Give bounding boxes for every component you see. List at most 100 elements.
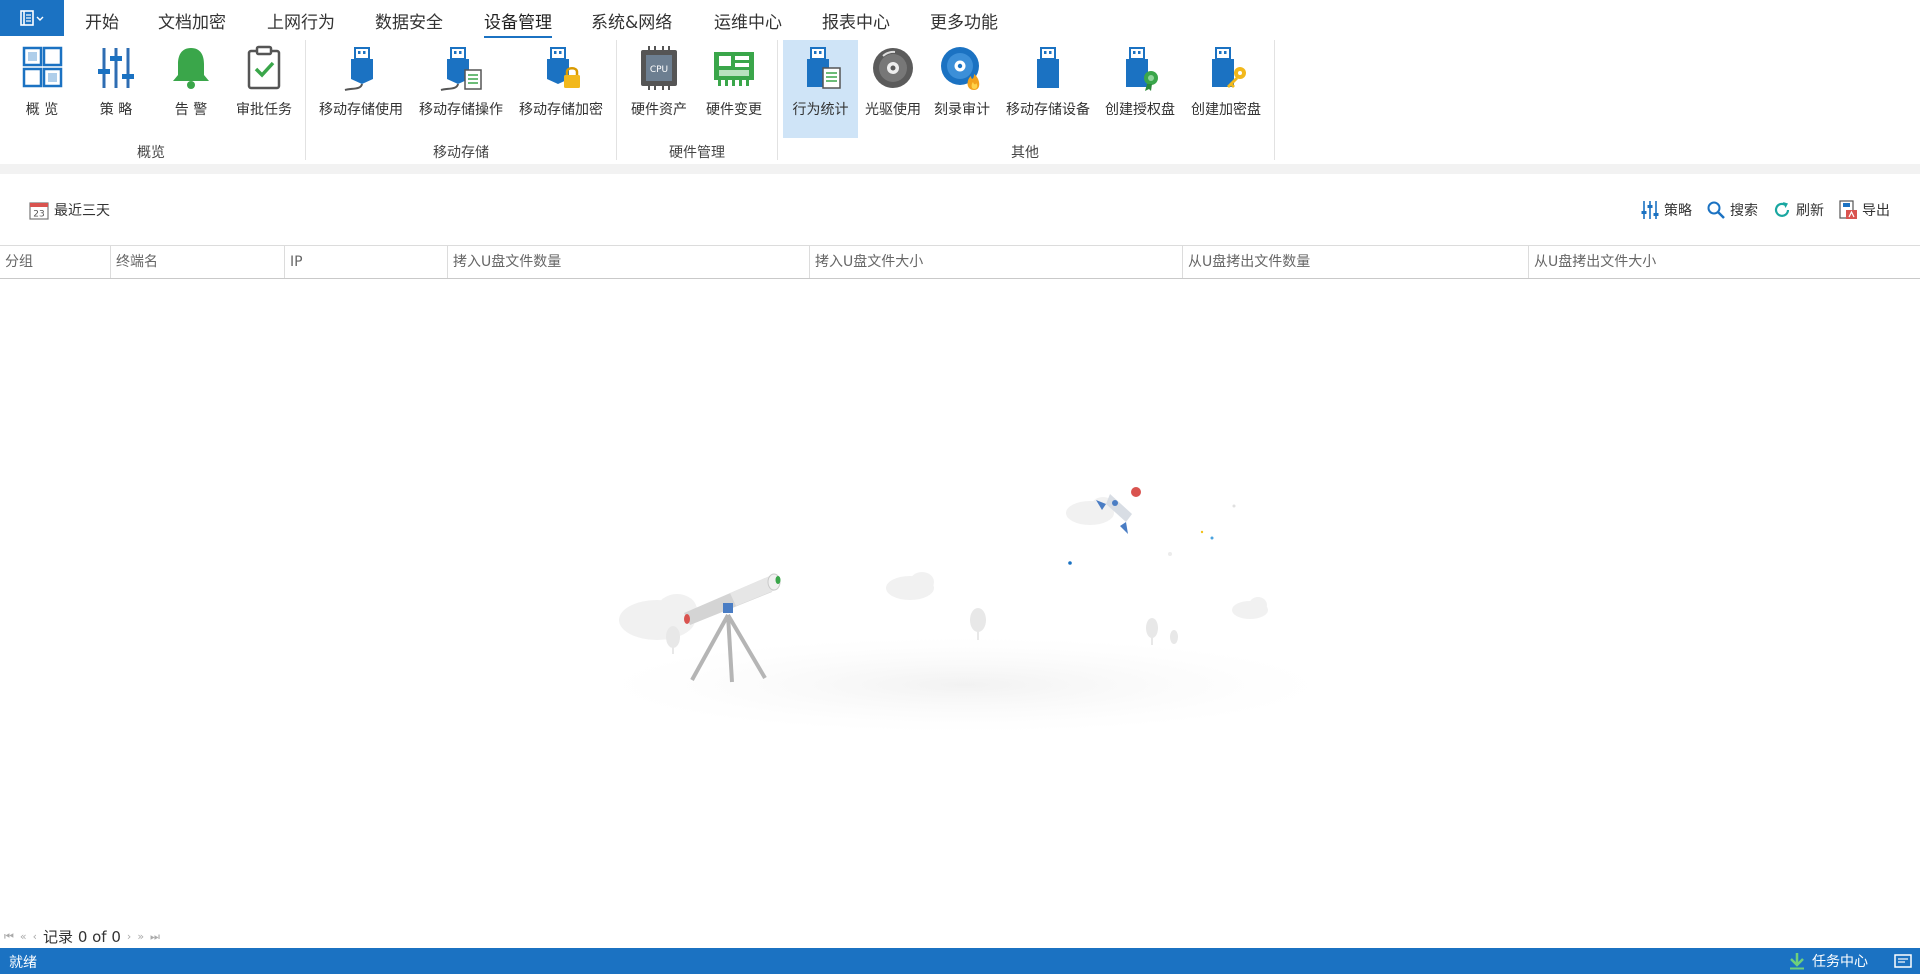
column-header-ip[interactable]: IP [284, 246, 447, 278]
usb-drive-lock-icon [547, 47, 580, 88]
burn-disc-icon [941, 47, 980, 90]
group-separator [777, 40, 778, 160]
usb-drive-icon [1037, 47, 1059, 88]
sliders-icon [98, 48, 134, 88]
removable-storage-device-button[interactable]: 移动存储设备 [1000, 40, 1096, 138]
hardware-assets-label: 硬件资产 [631, 102, 687, 118]
create-authorized-disk-button[interactable]: 创建授权盘 [1100, 40, 1180, 138]
prev-page-button[interactable]: ‹ [33, 930, 37, 943]
menu-device-management[interactable]: 设备管理 [484, 8, 552, 39]
overview-button-label: 概 览 [25, 102, 59, 118]
export-button[interactable]: 导出 [1838, 200, 1890, 220]
search-button[interactable]: 搜索 [1706, 200, 1758, 220]
alert-button-label: 告 警 [174, 102, 208, 118]
policy-button[interactable]: 策 略 [88, 40, 144, 138]
app-menu-button[interactable] [0, 0, 64, 36]
removable-storage-operation-button[interactable]: 移动存储操作 [413, 40, 509, 138]
removable-storage-encrypt-button[interactable]: 移动存储加密 [513, 40, 609, 138]
optical-drive-use-button[interactable]: 光驱使用 [861, 40, 925, 138]
first-page-button[interactable]: ⏮ [4, 930, 14, 944]
ribbon-divider [0, 164, 1920, 174]
removable-storage-device-label: 移动存储设备 [1006, 102, 1090, 118]
column-header-copy-out-count[interactable]: 从U盘拷出文件数量 [1182, 246, 1528, 278]
menu-start[interactable]: 开始 [85, 8, 119, 33]
cpu-chip-text: CPU [650, 65, 668, 75]
last-page-button[interactable]: ⏭ [150, 930, 160, 944]
menu-bar: 开始 文档加密 上网行为 数据安全 设备管理 系统&网络 运维中心 报表中心 更… [0, 0, 1920, 39]
menu-data-security[interactable]: 数据安全 [375, 8, 443, 33]
policy-button-label: 策 略 [99, 102, 133, 118]
column-header-copy-out-size[interactable]: 从U盘拷出文件大小 [1528, 246, 1920, 278]
behavior-statistics-label: 行为统计 [792, 102, 849, 118]
planet-dot [1131, 487, 1141, 497]
group-label-hardware: 硬件管理 [669, 145, 725, 161]
next-page-button[interactable]: › [127, 930, 131, 943]
download-arrow-icon [1790, 953, 1804, 970]
behavior-statistics-button[interactable]: 行为统计 [783, 40, 858, 138]
menu-web-behavior[interactable]: 上网行为 [267, 8, 335, 33]
calendar-day: 23 [33, 210, 44, 220]
column-header-copy-in-size[interactable]: 拷入U盘文件大小 [809, 246, 1182, 278]
refresh-icon [1774, 202, 1790, 217]
next-page-group-button[interactable]: » [137, 930, 144, 943]
removable-storage-use-button[interactable]: 移动存储使用 [313, 40, 409, 138]
column-header-terminal-name[interactable]: 终端名 [110, 246, 284, 278]
usb-drive-cable-icon [344, 47, 373, 91]
menu-doc-encrypt[interactable]: 文档加密 [158, 8, 226, 33]
create-encrypted-disk-button[interactable]: 创建加密盘 [1184, 40, 1268, 138]
disc-icon [873, 48, 913, 88]
task-center-button[interactable]: 任务中心 [1788, 951, 1868, 971]
group-separator [616, 40, 617, 160]
sliders-icon [1641, 201, 1659, 219]
group-separator [1274, 40, 1275, 160]
column-header-copy-in-count[interactable]: 拷入U盘文件数量 [447, 246, 809, 278]
column-header-group[interactable]: 分组 [0, 246, 110, 278]
cpu-chip-icon: CPU [641, 46, 677, 90]
policy-toolbar-label: 策略 [1664, 203, 1692, 219]
clipboard-check-icon [247, 45, 281, 90]
data-grid-header: 分组 终端名 IP 拷入U盘文件数量 拷入U盘文件大小 从U盘拷出文件数量 从U… [0, 245, 1920, 279]
hardware-assets-button[interactable]: CPU 硬件资产 [624, 40, 694, 138]
record-count: 记录 0 of 0 [43, 928, 121, 946]
removable-storage-encrypt-label: 移动存储加密 [519, 102, 603, 118]
group-separator [305, 40, 306, 160]
star-dot [1200, 530, 1204, 534]
date-range-label: 最近三天 [54, 203, 110, 219]
status-text: 就绪 [9, 955, 37, 971]
approval-task-button[interactable]: 审批任务 [232, 40, 296, 138]
prev-page-group-button[interactable]: « [20, 930, 27, 943]
pager: ⏮ « ‹ 记录 0 of 0 › » ⏭ [4, 926, 160, 947]
menu-more-functions[interactable]: 更多功能 [930, 8, 998, 33]
usb-drive-badge-icon [1126, 47, 1158, 91]
cloud [619, 497, 1268, 640]
create-authorized-disk-label: 创建授权盘 [1105, 102, 1175, 118]
export-label: 导出 [1862, 203, 1890, 219]
usb-drive-document-icon [440, 47, 482, 91]
toolbar: 23 最近三天 策略 搜索 刷新 导出 [0, 190, 1920, 230]
empty-state-illustration [605, 487, 1325, 730]
policy-toolbar-button[interactable]: 策略 [1640, 200, 1692, 220]
menu-report-center[interactable]: 报表中心 [822, 8, 890, 33]
menu-ops-center[interactable]: 运维中心 [714, 8, 782, 33]
refresh-label: 刷新 [1796, 203, 1824, 219]
status-bar: 就绪 任务中心 [0, 948, 1920, 974]
hardware-change-button[interactable]: 硬件变更 [699, 40, 769, 138]
star-dot [1210, 536, 1214, 540]
message-icon[interactable] [1894, 953, 1912, 969]
star-dot [1232, 504, 1236, 508]
refresh-button[interactable]: 刷新 [1772, 200, 1824, 220]
hardware-change-label: 硬件变更 [706, 102, 762, 118]
overview-button[interactable]: 概 览 [14, 40, 70, 138]
date-range-selector[interactable]: 23 最近三天 [29, 200, 110, 220]
alert-button[interactable]: 告 警 [163, 40, 219, 138]
group-label-overview: 概览 [137, 145, 165, 161]
calendar-icon: 23 [29, 202, 49, 220]
burn-audit-button[interactable]: 刻录审计 [929, 40, 995, 138]
group-label-removable-storage: 移动存储 [433, 145, 489, 161]
star-dot [1168, 552, 1172, 556]
create-encrypted-disk-label: 创建加密盘 [1191, 102, 1261, 118]
menu-system-network[interactable]: 系统&网络 [591, 8, 672, 33]
app-menu-icon [20, 10, 44, 26]
overview-grid-icon [22, 46, 63, 88]
search-icon [1707, 201, 1725, 219]
